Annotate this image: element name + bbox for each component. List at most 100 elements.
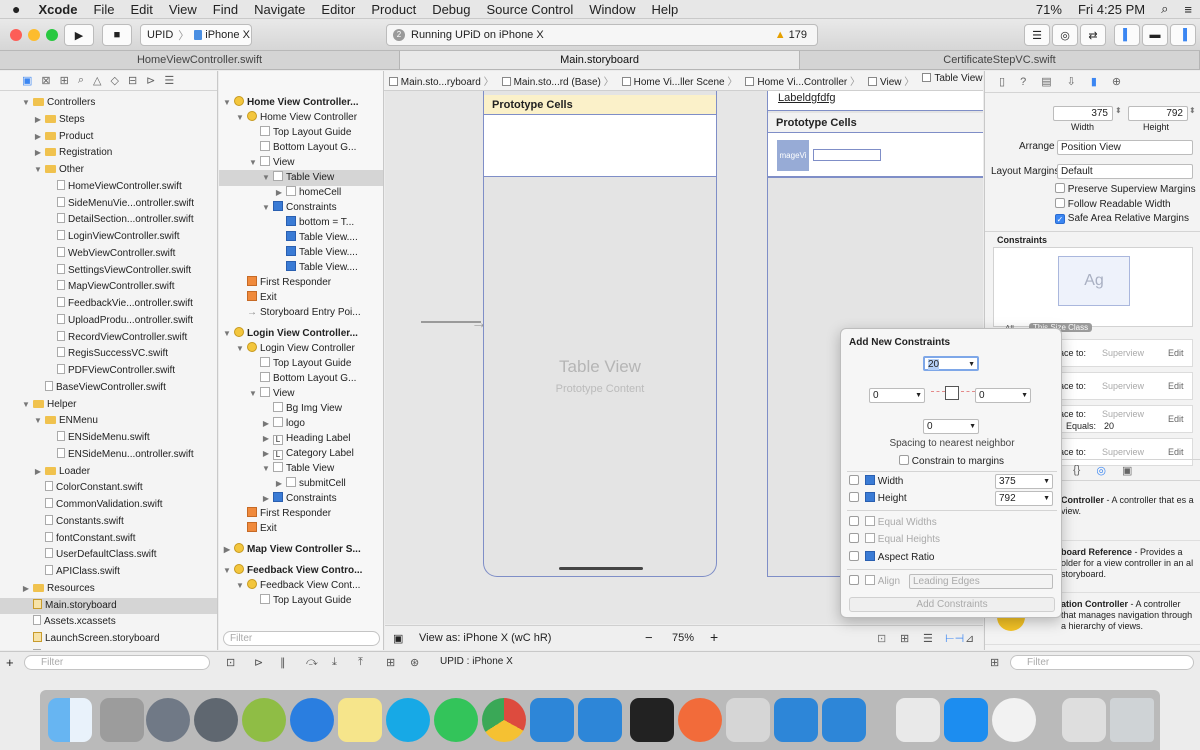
disclosure-closed-icon[interactable]: ▶ <box>22 581 30 597</box>
breadcrumb-item[interactable]: Home Vi...ller Scene 〉 <box>618 73 742 88</box>
outline-row[interactable]: → Storyboard Entry Poi... <box>219 305 383 321</box>
outline-row[interactable]: Bottom Layout G... <box>219 371 383 387</box>
keychain-icon[interactable] <box>100 698 144 742</box>
file-row[interactable]: fontConstant.swift <box>0 531 217 547</box>
file-row[interactable]: WebViewController.swift <box>0 246 217 262</box>
hide-debug-icon[interactable]: ⊡ <box>226 656 235 669</box>
file-row[interactable]: FeedbackVie...ontroller.swift <box>0 296 217 312</box>
file-row[interactable]: APIClass.swift <box>0 564 217 580</box>
documents-folder-icon[interactable] <box>1062 698 1106 742</box>
step-in-icon[interactable]: ⤓ <box>332 656 337 669</box>
toggle-outline-icon[interactable]: ▣ <box>393 632 403 645</box>
toggle-debug-button[interactable]: ▬ <box>1142 24 1168 46</box>
skype-icon[interactable] <box>386 698 430 742</box>
edit-constraint-button[interactable]: Edit <box>1168 447 1184 457</box>
equal-widths-checkbox[interactable]: Equal Widths <box>849 516 937 528</box>
postman-icon[interactable] <box>678 698 722 742</box>
heading-label-preview[interactable]: Labeldgfdfg <box>768 91 983 111</box>
outline-row[interactable]: ▼ Home View Controller <box>219 110 383 126</box>
outline-row[interactable]: Table View.... <box>219 260 383 276</box>
outline-row[interactable]: bottom = T... <box>219 215 383 231</box>
disclosure-open-icon[interactable]: ▼ <box>236 110 244 126</box>
zoom-level[interactable]: 75% <box>672 632 694 644</box>
disclosure-closed-icon[interactable]: ▶ <box>275 185 283 201</box>
disclosure-open-icon[interactable]: ▼ <box>262 461 270 477</box>
toggle-inspector-button[interactable]: ▐ <box>1170 24 1196 46</box>
folder-row[interactable]: ▼ Controllers <box>0 95 217 111</box>
prototype-cell[interactable] <box>484 115 716 177</box>
disclosure-open-icon[interactable]: ▼ <box>249 386 257 402</box>
folder-row[interactable]: ▶ Resources <box>0 581 217 597</box>
folder-icon[interactable]: ▣ <box>22 74 32 87</box>
left-spacing-field[interactable]: 0 ▼ <box>869 388 925 403</box>
disclosure-closed-icon[interactable]: ▶ <box>262 491 270 507</box>
file-row[interactable]: RecordViewController.swift <box>0 330 217 346</box>
report-icon[interactable]: ☰ <box>164 74 174 87</box>
size-inspector-icon[interactable]: ▮ <box>1091 75 1097 88</box>
view-as-device[interactable]: View as: iPhone X (wC hR) <box>419 632 551 644</box>
folder-row[interactable]: ▶ Registration <box>0 145 217 161</box>
outline-row[interactable]: ▼ Login View Controller <box>219 341 383 357</box>
scene-row[interactable]: ▶ Map View Controller S... <box>219 542 383 558</box>
prototype-cells-header[interactable]: Prototype Cells <box>484 95 716 115</box>
file-row[interactable]: RegisSuccessVC.swift <box>0 346 217 362</box>
chrome-icon[interactable] <box>482 698 526 742</box>
align-icon[interactable]: ☰ <box>923 632 933 645</box>
disclosure-closed-icon[interactable]: ▶ <box>34 112 42 128</box>
simulator-icon[interactable] <box>822 698 866 742</box>
scene-row[interactable]: ▼ Login View Controller... <box>219 326 383 342</box>
close-window-icon[interactable] <box>10 29 22 41</box>
width-constraint-field[interactable]: 375 ▼ <box>995 474 1053 489</box>
file-row[interactable]: UploadProdu...ontroller.swift <box>0 313 217 329</box>
system-preferences-icon[interactable] <box>194 698 238 742</box>
file-row[interactable]: LoginViewController.swift <box>0 229 217 245</box>
top-spacing-field[interactable]: 20 ▼ <box>923 356 979 371</box>
breadcrumb-item[interactable]: Main.sto...rd (Base) 〉 <box>498 73 618 88</box>
layout-margins-popup[interactable]: Default <box>1057 164 1193 179</box>
file-row[interactable]: PDFViewController.swift <box>0 363 217 379</box>
file-row[interactable]: ENSideMenu...ontroller.swift <box>0 447 217 463</box>
disclosure-closed-icon[interactable]: ▶ <box>262 416 270 432</box>
step-out-icon[interactable]: ⤒ <box>358 656 363 669</box>
help-inspector-icon[interactable]: ? <box>1020 76 1026 88</box>
menu-item-product[interactable]: Product <box>363 2 424 17</box>
height-field[interactable]: 792 <box>1128 106 1188 121</box>
height-constraint-field[interactable]: 792 ▼ <box>995 491 1053 506</box>
step-over-icon[interactable]: ⤼ <box>306 656 318 669</box>
height-constraint-checkbox[interactable]: Height <box>849 492 907 504</box>
notification-center-icon[interactable]: ≡ <box>1176 2 1200 17</box>
library-filter-input[interactable]: Filter <box>1010 655 1194 670</box>
outline-row[interactable]: ▶ logo <box>219 416 383 432</box>
outline-row[interactable]: Top Layout Guide <box>219 593 383 609</box>
breadcrumb-item[interactable]: Table View <box>918 73 986 88</box>
media-player-icon[interactable] <box>290 698 334 742</box>
text-field-preview[interactable] <box>813 149 881 161</box>
menu-item-file[interactable]: File <box>85 2 122 17</box>
align-popup[interactable]: Leading Edges <box>909 574 1053 589</box>
tab-main-storyboard[interactable]: Main.storyboard <box>400 51 800 69</box>
version-editor-button[interactable]: ⇄ <box>1080 24 1106 46</box>
terminal-icon[interactable] <box>630 698 674 742</box>
pn-app-icon[interactable] <box>726 698 770 742</box>
height-stepper[interactable]: ⬍ <box>1189 106 1196 115</box>
tab-certificatestepvc[interactable]: CertificateStepVC.swift <box>800 51 1200 69</box>
outline-row[interactable]: Exit <box>219 521 383 537</box>
disclosure-open-icon[interactable]: ▼ <box>223 95 231 111</box>
align-checkbox[interactable]: Align <box>849 575 900 587</box>
object-library-icon[interactable]: ◎ <box>1096 464 1106 477</box>
disclosure-closed-icon[interactable]: ▶ <box>34 129 42 145</box>
file-row[interactable]: Info.plist <box>0 648 217 650</box>
toggle-navigator-button[interactable]: ▌ <box>1114 24 1140 46</box>
edit-constraint-button[interactable]: Edit <box>1168 414 1184 424</box>
disclosure-closed-icon[interactable]: ▶ <box>223 542 231 558</box>
standard-editor-button[interactable]: ☰ <box>1024 24 1050 46</box>
add-file-icon[interactable]: + <box>6 655 14 670</box>
battery-level[interactable]: 71% <box>1028 2 1070 17</box>
breadcrumb-item[interactable]: Main.sto...ryboard 〉 <box>385 73 498 88</box>
bottom-spacing-field[interactable]: 0 ▼ <box>923 419 979 434</box>
xcode-beta-icon[interactable] <box>578 698 622 742</box>
menu-item-edit[interactable]: Edit <box>122 2 160 17</box>
file-row[interactable]: ColorConstant.swift <box>0 480 217 496</box>
file-row[interactable]: Assets.xcassets <box>0 614 217 630</box>
minimize-window-icon[interactable] <box>28 29 40 41</box>
